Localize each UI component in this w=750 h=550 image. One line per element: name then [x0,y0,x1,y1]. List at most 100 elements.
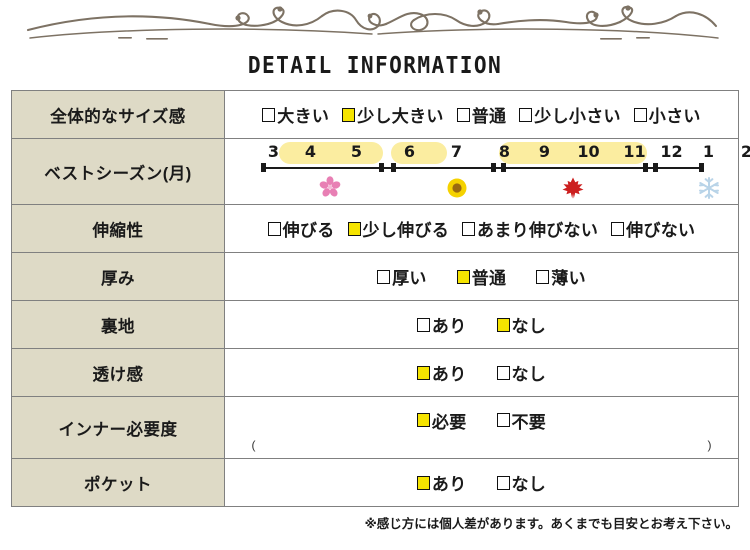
option-overall-size-0[interactable]: 大きい [262,102,329,127]
option-lining-1[interactable]: なし [496,312,547,337]
row-label-best-season: ベストシーズン(月) [11,138,225,205]
season-tick [260,162,266,172]
checkbox-icon[interactable] [611,221,625,236]
option-list-lining: あり なし [225,312,738,337]
option-list-sheerness: あり なし [225,360,738,385]
option-inner-necessity-1[interactable]: 不要 [496,408,547,433]
checkbox-icon[interactable] [377,269,391,284]
season-month-10: 10 [577,141,600,161]
row-value-overall-size: 大きい 少し大きい 普通 少し小さい 小さい [224,90,739,139]
option-overall-size-4[interactable]: 小さい [633,102,701,127]
table-row: 透け感 あり なし [11,348,739,397]
season-month-8: 8 [498,141,511,161]
maple-leaf-icon [561,176,585,205]
header-ornament [0,0,750,46]
option-label: なし [511,365,547,384]
inner-necessity-note: ( ) [252,438,712,452]
option-list-stretch: 伸びる 少し伸びる あまり伸びない 伸びない [225,216,738,241]
option-stretch-2[interactable]: あまり伸びない [462,216,598,241]
option-stretch-0[interactable]: 伸びる [267,216,335,241]
row-value-best-season: 3 4 5 6 7 8 9 10 11 12 1 2 [224,138,750,205]
season-month-7: 7 [450,141,463,161]
row-label-lining: 裏地 [11,300,225,349]
sunflower-icon [445,176,469,205]
checkbox-icon[interactable] [347,221,361,236]
option-sheerness-1[interactable]: なし [496,360,547,385]
checkbox-icon[interactable] [519,107,533,122]
season-highlight-spring [278,141,383,164]
option-sheerness-0[interactable]: あり [416,360,467,385]
option-list-inner-necessity: 必要 不要 [225,404,738,433]
option-pocket-1[interactable]: なし [496,470,547,495]
table-row: 全体的なサイズ感 大きい 少し大きい 普通 少し小さい 小さい [11,90,739,139]
option-thickness-0[interactable]: 厚い [377,264,427,289]
option-overall-size-1[interactable]: 少し大きい [342,102,444,127]
option-list-thickness: 厚い 普通 薄い [225,264,738,289]
checkbox-icon[interactable] [267,221,281,236]
option-label: 薄い [551,269,586,288]
checkbox-icon[interactable] [262,107,276,122]
row-value-thickness: 厚い 普通 薄い [224,252,739,301]
checkbox-icon[interactable] [633,107,647,122]
option-label: 少し小さい [534,107,621,126]
checkbox-icon[interactable] [456,269,470,284]
checkbox-icon[interactable] [496,317,510,332]
option-overall-size-2[interactable]: 普通 [456,102,507,127]
checkbox-icon[interactable] [416,317,430,332]
detail-table-body: 全体的なサイズ感 大きい 少し大きい 普通 少し小さい 小さい ベストシーズン(… [11,90,750,507]
page-title: DETAIL INFORMATION [247,53,503,79]
option-thickness-1[interactable]: 普通 [456,264,507,289]
table-row: 伸縮性 伸びる 少し伸びる あまり伸びない 伸びない [11,204,739,253]
checkbox-icon[interactable] [416,413,430,427]
option-list-overall-size: 大きい 少し大きい 普通 少し小さい 小さい [225,102,738,127]
season-tick [698,162,704,172]
option-label: 大きい [277,107,330,126]
season-timeline: 3 4 5 6 7 8 9 10 11 12 1 2 [247,140,750,205]
checkbox-icon[interactable] [496,365,510,380]
note-paren-right: ) [707,437,712,452]
snowflake-icon [697,176,721,205]
season-axis-line [260,166,703,169]
season-tick [378,162,384,172]
option-inner-necessity-0[interactable]: 必要 [416,408,467,433]
option-stretch-3[interactable]: 伸びない [611,216,695,241]
season-month-3: 3 [267,141,280,161]
option-pocket-0[interactable]: あり [416,470,467,495]
checkbox-icon[interactable] [496,475,510,490]
flourish-divider-icon [26,5,719,40]
table-row: 厚み 厚い 普通 薄い [11,252,739,301]
season-month-9: 9 [538,141,551,161]
cherry-blossom-icon [319,175,341,203]
checkbox-icon[interactable] [456,107,470,122]
row-value-lining: あり なし [224,300,739,349]
option-list-pocket: あり なし [225,470,738,495]
row-value-stretch: 伸びる 少し伸びる あまり伸びない 伸びない [224,204,739,253]
season-month-11: 11 [623,141,646,161]
row-label-inner-necessity: インナー必要度 [11,396,225,459]
option-label: 伸びる [282,221,335,240]
footer-disclaimer: ※感じ方には個人差があります。あくまでも目安とお考え下さい。 [364,517,738,531]
option-label: あり [431,317,467,336]
option-label: なし [511,475,547,494]
season-month-1: 1 [702,141,715,161]
checkbox-icon[interactable] [416,475,430,490]
checkbox-icon[interactable] [536,269,550,284]
option-overall-size-3[interactable]: 少し小さい [519,102,621,127]
option-stretch-1[interactable]: 少し伸びる [347,216,450,241]
season-month-2: 2 [740,141,750,161]
option-label: 少し伸びる [362,221,450,240]
row-label-overall-size: 全体的なサイズ感 [11,90,225,139]
season-tick [500,162,506,172]
checkbox-icon[interactable] [416,365,430,380]
option-label: あり [431,365,467,384]
option-label: 伸びない [626,221,696,240]
table-row: ポケット あり なし [11,458,739,507]
checkbox-icon[interactable] [462,221,476,236]
option-lining-0[interactable]: あり [416,312,467,337]
option-label: あり [431,475,467,494]
checkbox-icon[interactable] [342,107,356,122]
checkbox-icon[interactable] [496,413,510,427]
option-thickness-2[interactable]: 薄い [536,264,586,289]
season-tick [652,162,658,172]
row-label-thickness: 厚み [11,252,225,301]
